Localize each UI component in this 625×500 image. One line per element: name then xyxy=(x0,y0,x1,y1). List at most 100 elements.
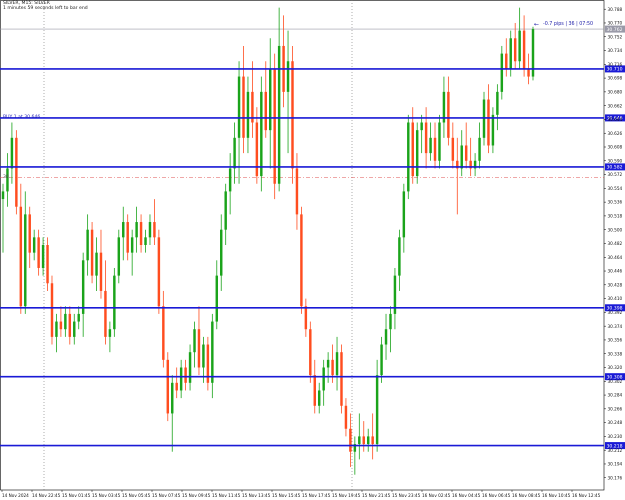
candle-bear xyxy=(184,367,187,383)
y-tick-label: 30.374 xyxy=(608,324,623,329)
candle-bear xyxy=(242,76,245,138)
level-price-label: 30.582 xyxy=(607,165,623,171)
price-chart[interactable]: 30.71030.64630.58230.39830.30830.21830.7… xyxy=(0,0,625,500)
candle-bear xyxy=(19,206,23,307)
y-tick-label: 30.590 xyxy=(608,158,623,163)
candle-bull xyxy=(220,229,223,276)
y-tick-label: 30.428 xyxy=(608,282,623,287)
buy-order-label: BUY 1 at 30.646 xyxy=(3,115,41,120)
candle-bull xyxy=(86,229,89,261)
candle-bull xyxy=(402,191,406,238)
candle-bear xyxy=(300,214,303,307)
candle-bull xyxy=(500,53,504,92)
y-tick-label: 30.320 xyxy=(608,365,623,370)
candle-bull xyxy=(260,91,263,177)
candle-bear xyxy=(28,214,31,253)
candle-bear xyxy=(175,382,178,391)
candle-bear xyxy=(59,321,63,330)
y-tick-label: 30.554 xyxy=(608,186,623,191)
pip-info-label: -0.7 pips | 36 | 07:50 xyxy=(543,22,594,27)
candle-bull xyxy=(509,38,512,69)
y-tick-label: 30.464 xyxy=(608,255,623,260)
candle-bull xyxy=(224,191,227,230)
candle-bull xyxy=(215,275,219,322)
x-tick-label: 15 Nov 17:45 xyxy=(302,493,331,498)
candle-bull xyxy=(113,275,116,330)
candle-bull xyxy=(317,390,321,406)
candle-bull xyxy=(366,436,370,445)
x-tick-label: 16 Nov 04:45 xyxy=(452,493,481,498)
candle-bull xyxy=(491,114,495,146)
candle-bear xyxy=(527,68,530,77)
candle-bear xyxy=(50,283,54,337)
y-tick-label: 30.608 xyxy=(608,145,623,150)
candle-bear xyxy=(90,229,94,276)
candle-bull xyxy=(478,137,481,161)
candle-bear xyxy=(331,359,334,376)
candle-bull xyxy=(171,382,174,414)
y-tick-label: 30.626 xyxy=(608,131,623,136)
candle-bull xyxy=(429,137,432,154)
y-tick-label: 30.212 xyxy=(608,448,623,453)
candle-bear xyxy=(309,329,312,376)
candle-bear xyxy=(264,91,267,131)
x-tick-label: 15 Nov 21:45 xyxy=(362,493,391,498)
y-tick-label: 30.194 xyxy=(608,462,623,467)
candle-bear xyxy=(15,137,18,207)
y-tick-label: 30.734 xyxy=(608,48,623,53)
candle-bull xyxy=(211,321,214,383)
candle-bull xyxy=(108,329,112,337)
candle-bull xyxy=(326,359,330,368)
candle-bull xyxy=(24,214,27,307)
chart-window: 30.710 30.646 30.582 30.398 30.308 30.218 30.7… xyxy=(0,0,625,500)
y-tick-label: 30.662 xyxy=(608,103,623,108)
candle-bear xyxy=(362,436,365,445)
candle-bull xyxy=(420,122,423,131)
candle-bear xyxy=(295,168,299,215)
candle-bear xyxy=(340,352,343,406)
x-tick-label: 15 Nov 23:45 xyxy=(392,493,421,498)
candle-bull xyxy=(237,76,241,138)
x-tick-label: 15 Nov 01:45 xyxy=(62,493,91,498)
x-tick-label: 16 Nov 06:45 xyxy=(482,493,511,498)
x-tick-label: 15 Nov 09:45 xyxy=(182,493,211,498)
candle-bear xyxy=(464,145,468,161)
candle-bear xyxy=(99,252,103,291)
x-tick-label: 15 Nov 05:45 xyxy=(122,493,151,498)
candle-bull xyxy=(496,91,499,115)
x-tick-label: 15 Nov 15:45 xyxy=(272,493,301,498)
candle-bear xyxy=(291,61,294,169)
x-tick-label: 16 Nov 08:45 xyxy=(512,493,541,498)
candle-bull xyxy=(438,122,441,161)
candle-bear xyxy=(197,329,201,368)
y-tick-label: 30.752 xyxy=(608,34,623,39)
y-tick-label: 30.446 xyxy=(608,269,623,274)
candle-bear xyxy=(126,222,129,253)
y-tick-label: 30.770 xyxy=(608,21,623,26)
candle-bull xyxy=(202,344,205,368)
x-tick-label: 16 Nov 12:45 xyxy=(572,493,601,498)
candle-bull xyxy=(286,61,290,92)
y-tick-label: 30.518 xyxy=(608,214,623,219)
x-tick-label: 15 Nov 19:45 xyxy=(332,493,361,498)
y-tick-label: 30.680 xyxy=(608,89,623,94)
candle-bull xyxy=(384,329,388,345)
candle-bull xyxy=(460,145,463,169)
candle-bull xyxy=(193,329,196,353)
candle-bear xyxy=(255,122,259,177)
x-tick-label: 15 Nov 13:45 xyxy=(242,493,271,498)
y-tick-label: 30.248 xyxy=(608,420,623,425)
candle-bull xyxy=(518,30,521,62)
candle-bull xyxy=(148,222,152,238)
x-tick-label: 16 Nov 02:45 xyxy=(422,493,451,498)
current-price-label: 30.762 xyxy=(607,27,623,33)
candle-bear xyxy=(162,306,165,360)
arrow-left-icon: ← xyxy=(534,21,540,28)
candle-bear xyxy=(447,91,450,138)
candle-bull xyxy=(144,237,147,245)
y-tick-label: 30.536 xyxy=(608,200,623,205)
candle-bear xyxy=(451,137,455,161)
candle-bull xyxy=(375,375,379,445)
candle-bull xyxy=(135,222,138,238)
candle-bull xyxy=(398,237,401,276)
